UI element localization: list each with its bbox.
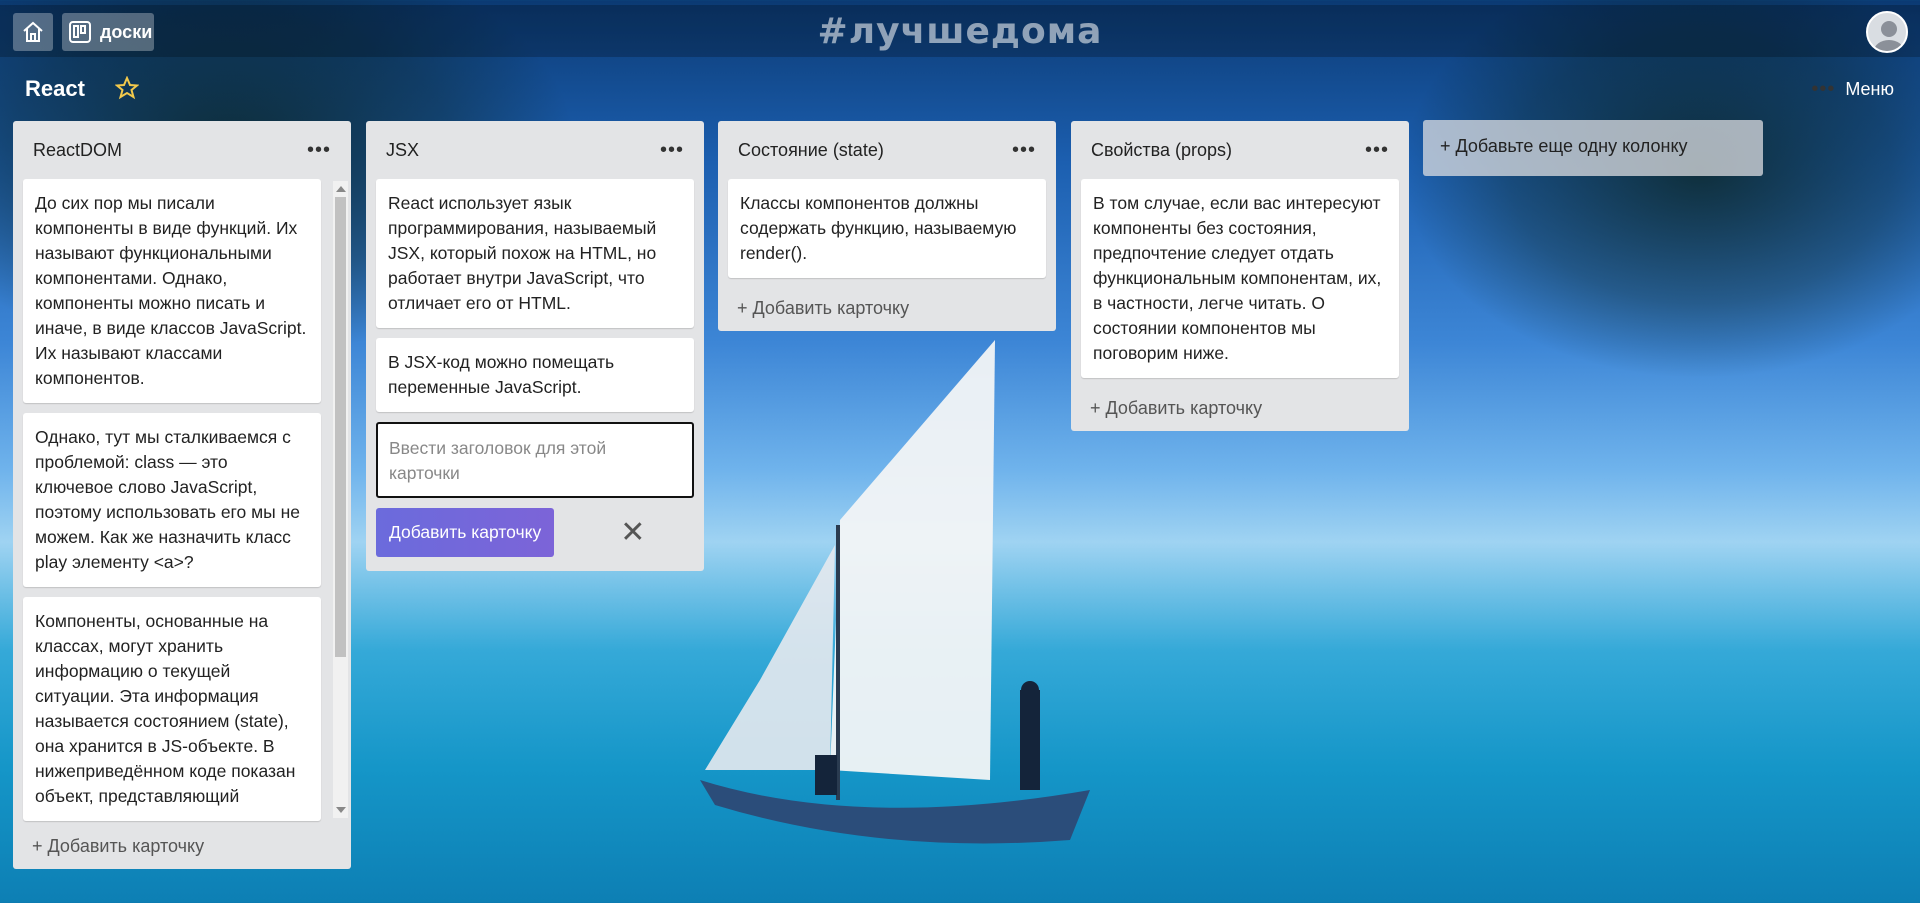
avatar[interactable] bbox=[1866, 11, 1908, 53]
list-column-jsx: JSX ••• React использует язык программир… bbox=[366, 121, 704, 571]
list-item[interactable]: Однако, тут мы сталкиваемся с проблемой:… bbox=[23, 413, 321, 587]
list-item[interactable]: React использует язык программирования, … bbox=[376, 179, 694, 328]
list-item[interactable]: Классы компонентов должны содержать функ… bbox=[728, 179, 1046, 278]
list-item[interactable]: До сих пор мы писали компоненты в виде ф… bbox=[23, 179, 321, 403]
list-item[interactable]: Компоненты, основанные на классах, могут… bbox=[23, 597, 321, 821]
list-menu-icon[interactable]: ••• bbox=[1365, 139, 1389, 162]
list-menu-icon[interactable]: ••• bbox=[1012, 139, 1036, 162]
card-title-input[interactable]: Ввести заголовок для этой карточки bbox=[376, 422, 694, 498]
list-header: Состояние (state) ••• bbox=[718, 121, 1056, 179]
list-header: ReactDOM ••• bbox=[13, 121, 351, 179]
top-bar: доски #лучшедома bbox=[0, 5, 1920, 57]
card-composer-actions: Добавить карточку ✕ bbox=[366, 508, 704, 571]
list-item[interactable]: В том случае, если вас интересуют компон… bbox=[1081, 179, 1399, 378]
list-title[interactable]: Состояние (state) bbox=[738, 140, 884, 161]
app-logo: #лучшедома bbox=[817, 11, 1103, 52]
list-menu-icon[interactable]: ••• bbox=[307, 139, 331, 162]
list-cards: До сих пор мы писали компоненты в виде ф… bbox=[13, 179, 351, 826]
list-title[interactable]: Свойства (props) bbox=[1091, 140, 1232, 161]
add-card-button[interactable]: + Добавить карточку bbox=[1071, 388, 1409, 431]
list-title[interactable]: JSX bbox=[386, 140, 419, 161]
scroll-thumb[interactable] bbox=[335, 197, 346, 657]
add-column-button[interactable]: + Добавьте еще одну колонку bbox=[1423, 120, 1763, 176]
star-icon[interactable] bbox=[114, 75, 140, 105]
close-icon[interactable]: ✕ bbox=[620, 515, 645, 550]
add-card-button[interactable]: + Добавить карточку bbox=[13, 826, 351, 869]
scroll-up-icon[interactable] bbox=[336, 186, 346, 192]
add-card-submit-button[interactable]: Добавить карточку bbox=[376, 508, 555, 557]
list-column-props: Свойства (props) ••• В том случае, если … bbox=[1071, 121, 1409, 431]
list-column-state: Состояние (state) ••• Классы компонентов… bbox=[718, 121, 1056, 331]
menu-label: Меню bbox=[1845, 79, 1894, 99]
more-icon: ••• bbox=[1811, 78, 1836, 100]
list-column-reactdom: ReactDOM ••• До сих пор мы писали компон… bbox=[13, 121, 351, 869]
list-header: JSX ••• bbox=[366, 121, 704, 179]
scrollbar[interactable] bbox=[333, 181, 348, 818]
board-title[interactable]: React bbox=[25, 76, 85, 102]
add-card-button[interactable]: + Добавить карточку bbox=[718, 288, 1056, 331]
list-item[interactable]: В JSX-код можно помещать переменные Java… bbox=[376, 338, 694, 412]
menu-button[interactable]: ••• Меню bbox=[1811, 78, 1894, 101]
list-header: Свойства (props) ••• bbox=[1071, 121, 1409, 179]
scroll-down-icon[interactable] bbox=[336, 807, 346, 813]
list-title[interactable]: ReactDOM bbox=[33, 140, 122, 161]
list-menu-icon[interactable]: ••• bbox=[660, 139, 684, 162]
